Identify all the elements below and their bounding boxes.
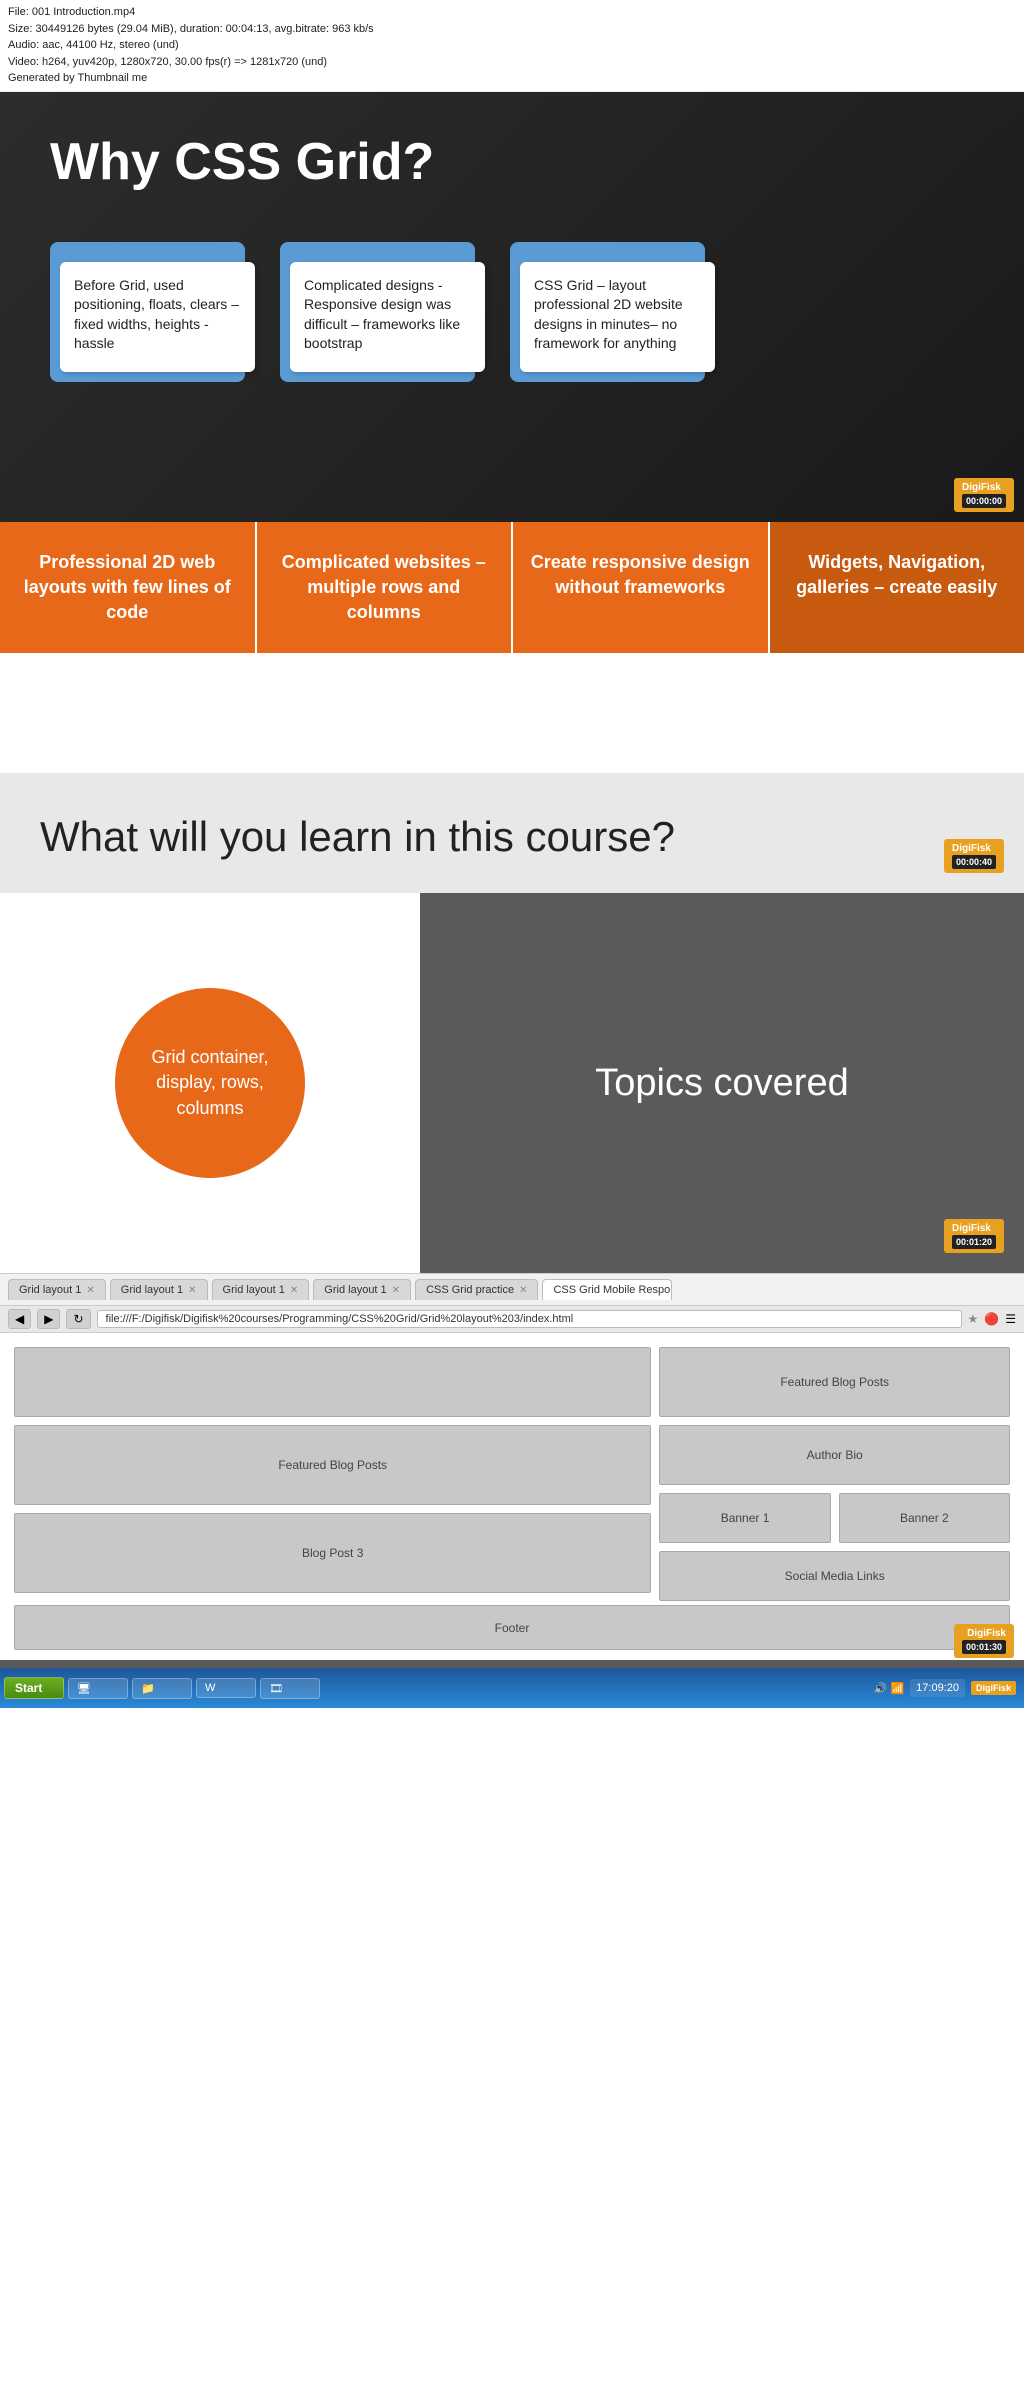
topics-covered-text: Topics covered [595,1062,848,1105]
grid-cell-banner-2: Banner 2 [839,1493,1010,1543]
tab-4-label: Grid layout 1 [324,1284,386,1296]
topics-section: Grid container, display, rows, columns T… [0,893,1024,1273]
why-card-3-text: CSS Grid – layout professional 2D websit… [520,262,715,372]
refresh-button[interactable]: ↻ [66,1309,90,1329]
file-info-line5: Generated by Thumbnail me [8,70,1016,87]
digifisk-badge-4: DigiFisk 00:01:30 [954,1624,1014,1658]
browser-tab-3[interactable]: Grid layout 1 ✕ [212,1279,310,1300]
footer-row: Footer [14,1605,1010,1650]
grid-cell-footer: Footer [14,1605,1010,1650]
security-icon: 🔴 [984,1312,999,1326]
orange-boxes-section: Professional 2D web layouts with few lin… [0,522,1024,654]
digifisk-badge-1: DigiFisk 00:00:00 [954,478,1014,512]
grid-circle: Grid container, display, rows, columns [115,988,305,1178]
grid-demo: Featured Blog Posts Blog Post 3 Featured… [10,1343,1014,1605]
tab-3-close[interactable]: ✕ [290,1285,298,1296]
grid-cell-banner-1: Banner 1 [659,1493,830,1543]
grid-cell-author-bio: Author Bio [659,1425,1010,1485]
taskbar-btn-2[interactable]: 📁 [132,1678,192,1699]
clock: 17:09:20 [910,1679,965,1697]
why-cards-container: Before Grid, used positioning, floats, c… [50,242,994,422]
browser-tab-5[interactable]: CSS Grid practice ✕ [415,1279,538,1300]
orange-box-1: Professional 2D web layouts with few lin… [0,522,257,654]
why-css-grid-section: Why CSS Grid? Before Grid, used position… [0,92,1024,522]
taskbar-btn-1[interactable]: 🖥 [68,1678,128,1699]
browser-bottom-bar: DigiFisk 00:01:30 [0,1660,1024,1668]
orange-box-4: Widgets, Navigation, galleries – create … [770,522,1024,654]
taskbar: Start 🖥 📁 W 🎞 🔊 📶 17:09:20 DigiFisk [0,1668,1024,1708]
grid-cell-social: Social Media Links [659,1551,1010,1601]
learn-section: What will you learn in this course? Digi… [0,773,1024,893]
file-info-line3: Audio: aac, 44100 Hz, stereo (und) [8,37,1016,54]
browser-window: Grid layout 1 ✕ Grid layout 1 ✕ Grid lay… [0,1273,1024,1660]
why-card-3: CSS Grid – layout professional 2D websit… [510,242,720,422]
why-css-grid-title: Why CSS Grid? [50,132,994,192]
tab-4-close[interactable]: ✕ [392,1285,400,1296]
grid-cell-blog-post-3: Blog Post 3 [14,1513,651,1593]
digifisk-taskbar: DigiFisk [971,1681,1016,1695]
nav-icons: ☰ [1005,1312,1016,1326]
url-bar[interactable]: file:///F:/Digifisk/Digifisk%20courses/P… [97,1310,962,1328]
grid-cell-blog-post-2: Featured Blog Posts [14,1425,651,1505]
taskbar-btn-3[interactable]: W [196,1678,256,1698]
gap-section [0,653,1024,773]
tab-1-label: Grid layout 1 [19,1284,81,1296]
topics-right: Topics covered DigiFisk 00:01:20 [420,893,1024,1273]
grid-cell-top-left [14,1347,651,1417]
orange-box-2: Complicated websites – multiple rows and… [257,522,514,654]
tab-5-label: CSS Grid practice [426,1284,514,1296]
tab-1-close[interactable]: ✕ [86,1285,94,1296]
start-button[interactable]: Start [4,1677,64,1699]
back-button[interactable]: ◀ [8,1309,31,1329]
browser-nav-bar: ◀ ▶ ↻ file:///F:/Digifisk/Digifisk%20cou… [0,1306,1024,1333]
banners-row: Banner 1 Banner 2 [659,1493,1010,1543]
forward-button[interactable]: ▶ [37,1309,60,1329]
taskbar-icons: 🔊 📶 [874,1682,904,1695]
file-info-line4: Video: h264, yuv420p, 1280x720, 30.00 fp… [8,54,1016,71]
orange-box-3: Create responsive design without framewo… [513,522,770,654]
browser-content: Featured Blog Posts Blog Post 3 Featured… [0,1333,1024,1660]
learn-title: What will you learn in this course? [40,813,994,861]
tab-3-label: Grid layout 1 [223,1284,285,1296]
browser-tab-4[interactable]: Grid layout 1 ✕ [313,1279,411,1300]
grid-cell-featured: Featured Blog Posts [659,1347,1010,1417]
browser-tabs-bar[interactable]: Grid layout 1 ✕ Grid layout 1 ✕ Grid lay… [0,1274,1024,1306]
tab-2-label: Grid layout 1 [121,1284,183,1296]
browser-tab-2[interactable]: Grid layout 1 ✕ [110,1279,208,1300]
file-info-line2: Size: 30449126 bytes (29.04 MiB), durati… [8,21,1016,38]
tab-6-label: CSS Grid Mobile Respo... [553,1284,672,1296]
browser-tab-6[interactable]: CSS Grid Mobile Respo... ✕ [542,1279,672,1300]
topics-left: Grid container, display, rows, columns [0,893,420,1273]
right-column: Featured Blog Posts Author Bio Banner 1 … [659,1347,1010,1601]
file-info-line1: File: 001 Introduction.mp4 [8,4,1016,21]
why-card-2: Complicated designs - Responsive design … [280,242,490,422]
taskbar-right: 🔊 📶 17:09:20 DigiFisk [874,1679,1016,1697]
tab-5-close[interactable]: ✕ [519,1285,527,1296]
tab-2-close[interactable]: ✕ [188,1285,196,1296]
why-card-2-text: Complicated designs - Responsive design … [290,262,485,372]
file-info: File: 001 Introduction.mp4 Size: 3044912… [0,0,1024,92]
why-card-1-text: Before Grid, used positioning, floats, c… [60,262,255,372]
orange-boxes-row: Professional 2D web layouts with few lin… [0,522,1024,654]
why-card-1: Before Grid, used positioning, floats, c… [50,242,260,422]
bookmark-icon[interactable]: ★ [968,1312,979,1326]
taskbar-btn-4[interactable]: 🎞 [260,1678,320,1699]
browser-tab-1[interactable]: Grid layout 1 ✕ [8,1279,106,1300]
left-column: Featured Blog Posts Blog Post 3 [14,1347,651,1601]
